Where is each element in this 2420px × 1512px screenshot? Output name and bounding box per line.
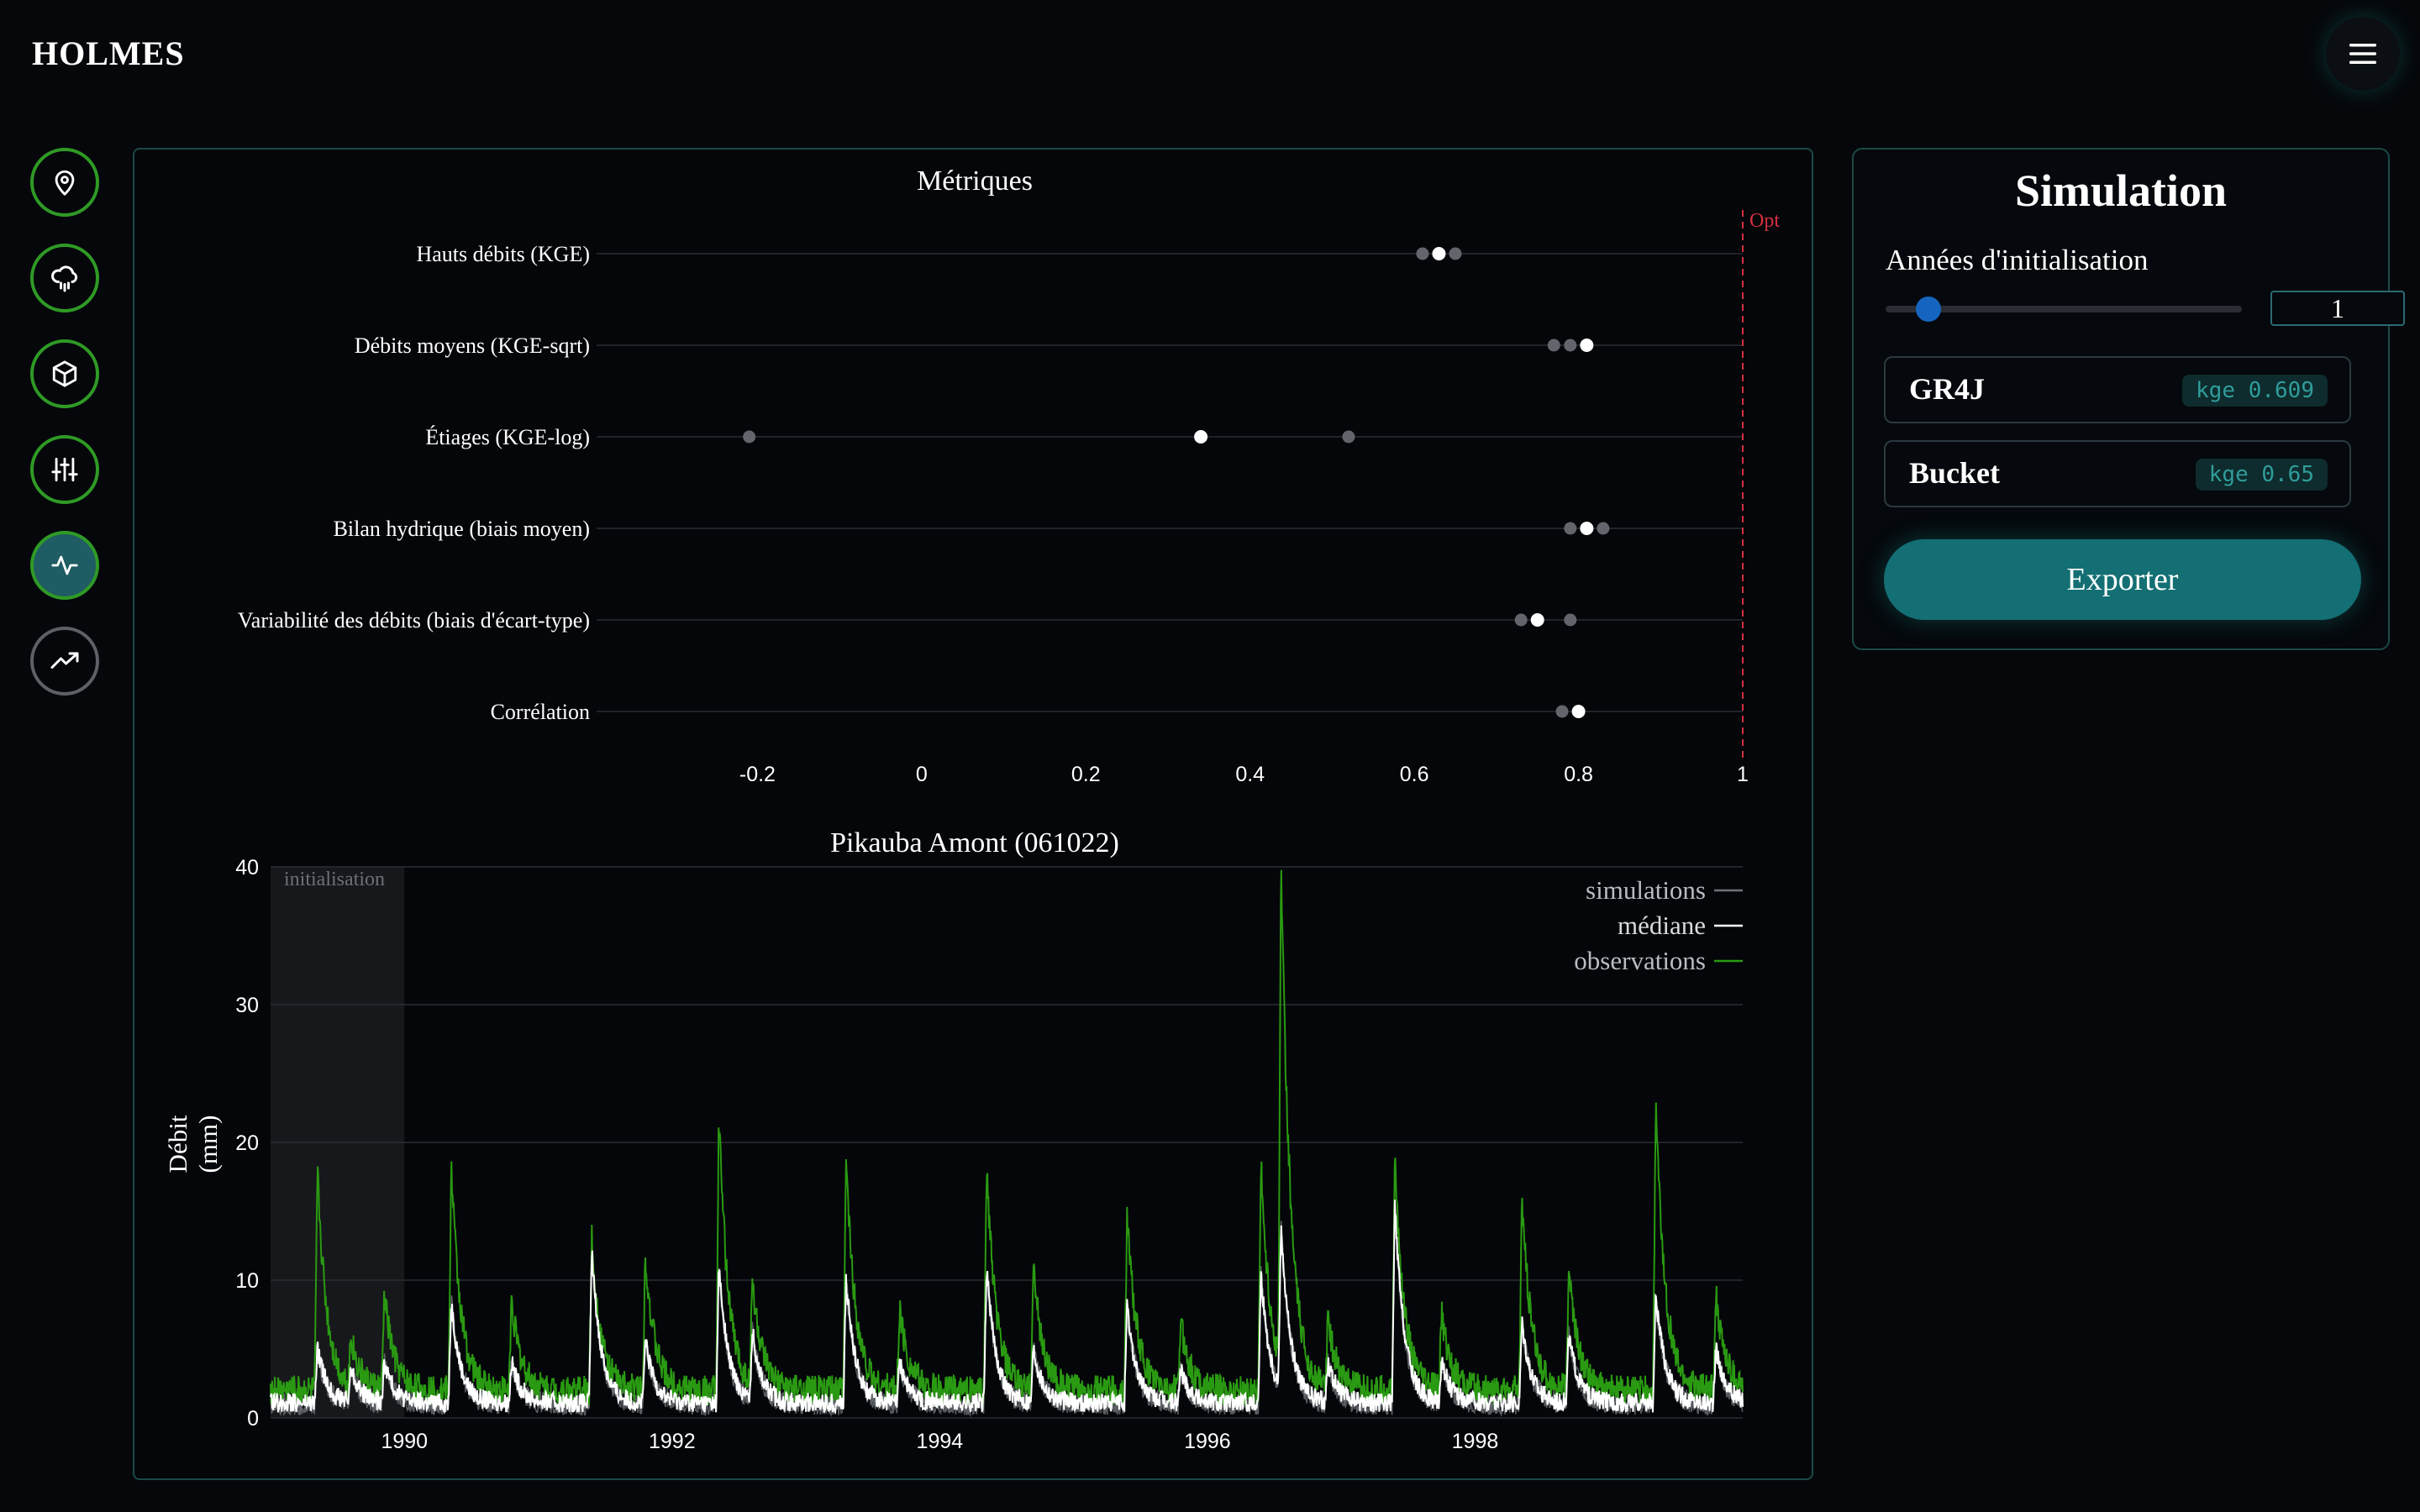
optimum-label: Opt bbox=[1749, 210, 1780, 232]
activity-icon bbox=[51, 555, 78, 575]
hydro-y-tick-label: 40 bbox=[235, 856, 259, 879]
model-card-bucket[interactable]: Bucket kge 0.65 bbox=[1884, 440, 2351, 507]
hydro-x-tick-label: 1990 bbox=[381, 1430, 428, 1453]
metric-simulation-point bbox=[1416, 247, 1429, 260]
hamburger-icon bbox=[2349, 44, 2376, 64]
metric-x-tick-label: 0 bbox=[916, 763, 928, 786]
legend-label: médiane bbox=[1618, 911, 1706, 940]
metric-simulation-point bbox=[1564, 613, 1577, 627]
hydro-y-tick-label: 0 bbox=[247, 1407, 259, 1431]
hydro-x-tick-label: 1996 bbox=[1184, 1430, 1231, 1453]
nav-location-button[interactable] bbox=[30, 148, 99, 217]
cloud-rain-icon bbox=[51, 265, 78, 292]
kge-badge: kge 0.609 bbox=[2182, 375, 2328, 407]
map-pin-icon bbox=[55, 170, 75, 196]
nav-calibration-button[interactable] bbox=[30, 435, 99, 504]
metrics-title: Métriques bbox=[917, 165, 1033, 197]
metric-simulation-point bbox=[1547, 339, 1560, 352]
metric-label: Bilan hydrique (biais moyen) bbox=[334, 517, 590, 541]
hydro-y-tick-label: 30 bbox=[235, 994, 259, 1017]
sidebar-nav bbox=[30, 148, 99, 722]
metric-median-point bbox=[1432, 247, 1446, 260]
metric-label: Corrélation bbox=[491, 700, 590, 724]
model-card-gr4j[interactable]: GR4J kge 0.609 bbox=[1884, 356, 2351, 423]
menu-button[interactable] bbox=[2326, 17, 2400, 91]
app-brand: HOLMES bbox=[32, 34, 185, 72]
metric-x-tick-label: 0.2 bbox=[1071, 763, 1101, 786]
legend-label: observations bbox=[1574, 946, 1706, 975]
model-name: GR4J bbox=[1909, 372, 1985, 406]
legend-label: simulations bbox=[1586, 875, 1706, 905]
metric-simulation-point bbox=[1342, 430, 1355, 444]
nav-model-button[interactable] bbox=[30, 339, 99, 408]
metric-simulation-point bbox=[1514, 613, 1528, 627]
metric-simulation-point bbox=[743, 430, 756, 444]
hydro-x-tick-label: 1998 bbox=[1452, 1430, 1499, 1453]
nav-weather-button[interactable] bbox=[30, 244, 99, 312]
init-years-input[interactable] bbox=[2270, 291, 2405, 326]
metric-simulation-point bbox=[1555, 705, 1569, 718]
metric-x-tick-label: -0.2 bbox=[739, 763, 776, 786]
metric-simulation-point bbox=[1564, 522, 1577, 535]
metric-x-tick-label: 0.6 bbox=[1400, 763, 1429, 786]
metric-median-point bbox=[1571, 705, 1586, 718]
nav-projection-button[interactable] bbox=[30, 627, 99, 696]
nav-simulation-button[interactable] bbox=[30, 531, 99, 600]
metric-simulation-point bbox=[1564, 339, 1577, 352]
metric-x-tick-label: 0.8 bbox=[1564, 763, 1593, 786]
metric-label: Variabilité des débits (biais d'écart-ty… bbox=[238, 608, 590, 633]
initialisation-label: initialisation bbox=[284, 869, 385, 890]
hydrograph-title: Pikauba Amont (061022) bbox=[830, 827, 1119, 858]
metric-x-tick-label: 0.4 bbox=[1235, 763, 1265, 786]
hydro-x-tick-label: 1992 bbox=[649, 1430, 696, 1453]
metric-simulation-point bbox=[1597, 522, 1610, 535]
metric-median-point bbox=[1580, 522, 1594, 535]
hydro-x-tick-label: 1994 bbox=[917, 1430, 964, 1453]
metric-label: Étiages (KGE-log) bbox=[425, 425, 590, 449]
metric-simulation-point bbox=[1449, 247, 1462, 260]
sliders-icon bbox=[51, 457, 78, 482]
results-panel: Métriques Hauts débits (KGE) Débits moyens… bbox=[133, 148, 1813, 1480]
metric-label: Débits moyens (KGE-sqrt) bbox=[355, 333, 590, 358]
cube-icon bbox=[52, 360, 77, 387]
init-years-label: Années d'initialisation bbox=[1886, 244, 2149, 276]
export-button[interactable]: Exporter bbox=[1884, 539, 2361, 620]
kge-badge: kge 0.65 bbox=[2195, 459, 2328, 491]
simulation-title: Simulation bbox=[2014, 165, 2228, 216]
init-years-slider-thumb[interactable] bbox=[1915, 297, 1941, 322]
metric-median-point bbox=[1530, 613, 1544, 627]
hydro-y-tick-label: 20 bbox=[235, 1131, 259, 1155]
metric-label: Hauts débits (KGE) bbox=[416, 242, 590, 266]
hydro-y-axis-label: Débit(mm) bbox=[163, 1115, 223, 1173]
simulation-panel: Simulation Années d'initialisation GR4J … bbox=[1852, 148, 2405, 650]
model-name: Bucket bbox=[1909, 456, 2000, 490]
hydrograph-chart: Pikauba Amont (061022) initialisation 0 10 2… bbox=[163, 827, 1744, 1453]
metric-median-point bbox=[1580, 339, 1594, 352]
metric-x-tick-label: 1 bbox=[1737, 763, 1749, 786]
metric-median-point bbox=[1194, 430, 1208, 444]
metrics-chart: Métriques Hauts débits (KGE) Débits moyens… bbox=[238, 165, 1780, 786]
trending-up-icon bbox=[50, 652, 79, 669]
hydro-y-tick-label: 10 bbox=[235, 1269, 259, 1293]
charts-canvas: Métriques Hauts débits (KGE) Débits moyens… bbox=[163, 165, 1780, 1453]
